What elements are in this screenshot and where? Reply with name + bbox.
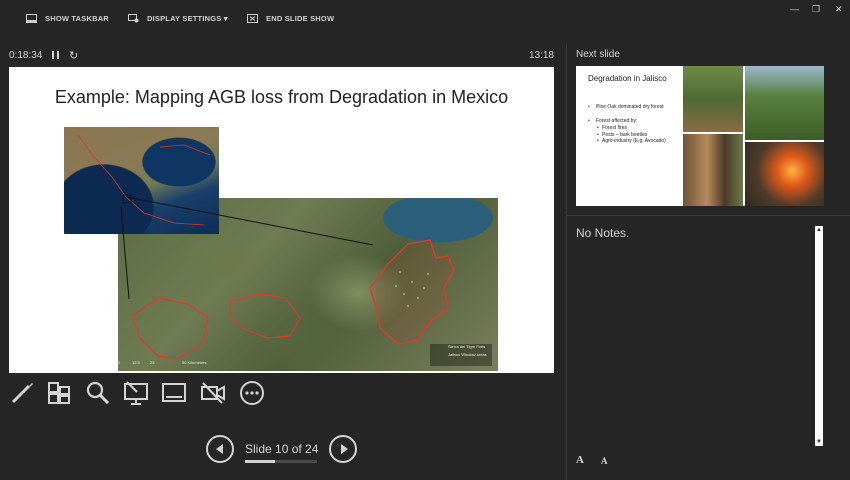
notes-divider bbox=[566, 215, 850, 216]
next-slide-preview[interactable]: Degradation in Jalisco Pine Oak dominate… bbox=[576, 66, 824, 206]
scroll-up-arrow-icon[interactable]: ▲ bbox=[815, 226, 823, 234]
next-slide-label: Next slide bbox=[576, 49, 620, 60]
end-slide-show-label: END SLIDE SHOW bbox=[266, 13, 335, 23]
bullet-item: Forest affected by: bbox=[586, 118, 686, 125]
decrease-font-icon[interactable]: A bbox=[601, 456, 608, 466]
end-show-icon bbox=[247, 13, 258, 23]
scroll-thumb[interactable] bbox=[816, 234, 822, 438]
zoom-connector-lines bbox=[120, 194, 374, 300]
restart-timer-icon[interactable]: ↻ bbox=[69, 49, 78, 62]
panel-divider bbox=[566, 44, 567, 480]
previous-slide-button[interactable] bbox=[206, 435, 234, 463]
camera-off-icon[interactable] bbox=[200, 380, 226, 406]
increase-font-icon[interactable]: A bbox=[576, 454, 584, 466]
scroll-down-arrow-icon[interactable]: ▼ bbox=[815, 438, 823, 446]
restore-icon[interactable]: ❐ bbox=[812, 4, 820, 15]
bullet-item: Pine Oak dominated dry forest bbox=[586, 104, 686, 111]
taskbar-icon bbox=[26, 13, 37, 23]
more-options-icon[interactable] bbox=[239, 380, 265, 406]
slide-progress-fill bbox=[245, 460, 275, 463]
end-slide-show-button[interactable]: END SLIDE SHOW bbox=[247, 10, 334, 26]
pointer-screen-icon[interactable] bbox=[123, 380, 149, 406]
zoom-icon[interactable] bbox=[85, 380, 111, 406]
black-screen-icon[interactable] bbox=[161, 380, 187, 406]
presenter-toolbar: SHOW TASKBAR DISPLAY SETTINGS ▾ END SLID… bbox=[0, 0, 850, 34]
next-slide-button[interactable] bbox=[329, 435, 357, 463]
photo-pine-oak-forest bbox=[683, 66, 743, 132]
photo-forest-canopy bbox=[745, 66, 824, 140]
elapsed-timer: 0:18:34 bbox=[9, 50, 43, 61]
display-settings-icon bbox=[128, 13, 139, 22]
minimize-icon[interactable]: — bbox=[790, 4, 799, 14]
pause-icon[interactable] bbox=[51, 50, 61, 60]
current-slide[interactable]: Example: Mapping AGB loss from Degradati… bbox=[9, 67, 554, 373]
clock-time: 13:18 bbox=[528, 50, 554, 61]
slide-progress-bar bbox=[245, 460, 317, 463]
display-settings-button[interactable]: DISPLAY SETTINGS ▾ bbox=[128, 10, 228, 26]
photo-forest-fire bbox=[745, 142, 824, 206]
sub-bullet-item: Agro-industry (E.g. Avocado) bbox=[586, 138, 686, 145]
see-all-slides-icon[interactable] bbox=[46, 380, 72, 406]
show-taskbar-button[interactable]: SHOW TASKBAR bbox=[26, 10, 109, 26]
display-settings-label: DISPLAY SETTINGS ▾ bbox=[147, 13, 228, 23]
next-slide-title: Degradation in Jalisco bbox=[588, 74, 667, 83]
show-taskbar-label: SHOW TASKBAR bbox=[45, 13, 109, 23]
notes-scrollbar[interactable]: ▲ ▼ bbox=[815, 226, 823, 446]
slide-counter[interactable]: Slide 10 of 24 bbox=[245, 442, 318, 456]
next-slide-bullets: Pine Oak dominated dry forest Forest aff… bbox=[586, 104, 686, 145]
photo-bark-beetle-tree bbox=[683, 134, 743, 206]
pen-icon[interactable] bbox=[9, 380, 35, 406]
close-icon[interactable]: ✕ bbox=[835, 4, 843, 15]
speaker-notes: No Notes. bbox=[576, 226, 630, 240]
